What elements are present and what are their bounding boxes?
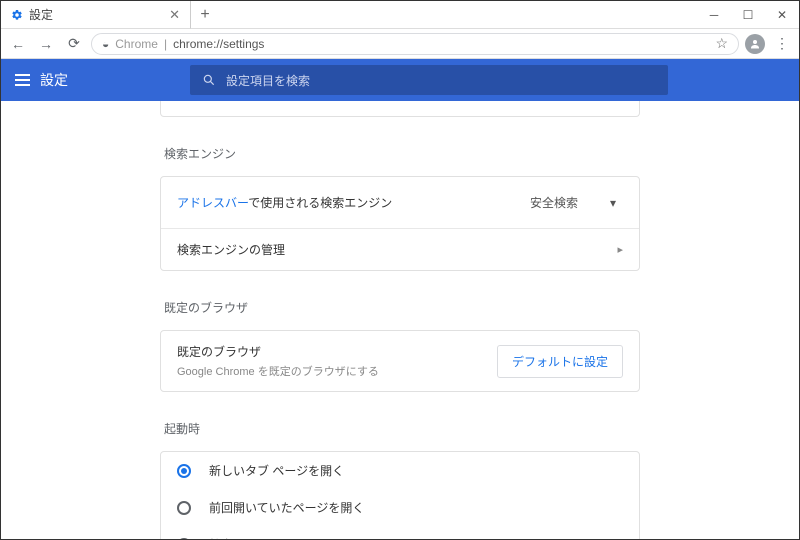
new-tab-button[interactable]: + <box>191 1 219 29</box>
chevron-right-icon: ▸ <box>617 243 623 256</box>
set-default-button[interactable]: デフォルトに設定 <box>497 345 623 378</box>
title-bar: 設定 ✕ + ─ ☐ ✕ <box>1 1 799 29</box>
settings-search[interactable]: 設定項目を検索 <box>190 65 668 95</box>
settings-header: 設定 設定項目を検索 <box>1 59 799 101</box>
radio-icon <box>177 464 191 478</box>
default-browser-title: 既定のブラウザ <box>177 343 379 360</box>
startup-option-continue[interactable]: 前回開いていたページを開く <box>161 489 639 526</box>
url-text: chrome://settings <box>173 37 264 51</box>
startup-card: 新しいタブ ページを開く 前回開いていたページを開く 特定のページまたはページセ… <box>160 451 640 539</box>
hamburger-icon[interactable] <box>15 74 30 86</box>
address-bar-link[interactable]: アドレスバー <box>177 196 248 210</box>
search-engine-row[interactable]: アドレスバーで使用される検索エンジン 安全検索 ▾ <box>161 177 639 228</box>
radio-icon <box>177 501 191 515</box>
search-icon <box>202 73 216 87</box>
forward-button[interactable]: → <box>35 33 57 55</box>
close-icon[interactable]: ✕ <box>169 7 180 23</box>
startup-option-specific[interactable]: 特定のページまたはページセットを開く <box>161 526 639 539</box>
dropdown-arrow-icon: ▾ <box>610 196 616 210</box>
omnibox[interactable]: ◒ Chrome | chrome://settings ☆ <box>91 33 739 55</box>
site-info-icon: ◒ <box>102 37 109 51</box>
section-label-startup: 起動時 <box>164 420 640 437</box>
url-prefix: Chrome <box>115 37 158 51</box>
section-label-search-engine: 検索エンジン <box>164 145 640 162</box>
default-browser-card: 既定のブラウザ Google Chrome を既定のブラウザにする デフォルトに… <box>160 330 640 392</box>
address-bar: ← → ⟳ ◒ Chrome | chrome://settings ☆ ⋮ <box>1 29 799 59</box>
manage-search-engines-row[interactable]: 検索エンジンの管理 ▸ <box>161 228 639 270</box>
minimize-button[interactable]: ─ <box>697 1 731 28</box>
profile-avatar[interactable] <box>745 34 765 54</box>
previous-card-fragment <box>160 101 640 117</box>
startup-option-new-tab[interactable]: 新しいタブ ページを開く <box>161 452 639 489</box>
radio-icon <box>177 538 191 540</box>
default-browser-subtitle: Google Chrome を既定のブラウザにする <box>177 363 379 379</box>
section-label-default-browser: 既定のブラウザ <box>164 299 640 316</box>
search-placeholder: 設定項目を検索 <box>226 72 310 89</box>
maximize-button[interactable]: ☐ <box>731 1 765 28</box>
window-controls: ─ ☐ ✕ <box>697 1 799 29</box>
reload-button[interactable]: ⟳ <box>63 33 85 55</box>
browser-tab[interactable]: 設定 ✕ <box>1 1 191 29</box>
bookmark-icon[interactable]: ☆ <box>715 35 728 52</box>
search-engine-dropdown[interactable]: 安全検索 ▾ <box>523 189 623 216</box>
search-engine-card: アドレスバーで使用される検索エンジン 安全検索 ▾ 検索エンジンの管理 ▸ <box>160 176 640 271</box>
settings-content[interactable]: 検索エンジン アドレスバーで使用される検索エンジン 安全検索 ▾ 検索エンジンの… <box>1 101 799 539</box>
tab-title: 設定 <box>29 6 163 23</box>
page-title: 設定 <box>40 70 68 90</box>
back-button[interactable]: ← <box>7 33 29 55</box>
gear-icon <box>11 9 23 21</box>
close-button[interactable]: ✕ <box>765 1 799 28</box>
menu-button[interactable]: ⋮ <box>771 33 793 55</box>
